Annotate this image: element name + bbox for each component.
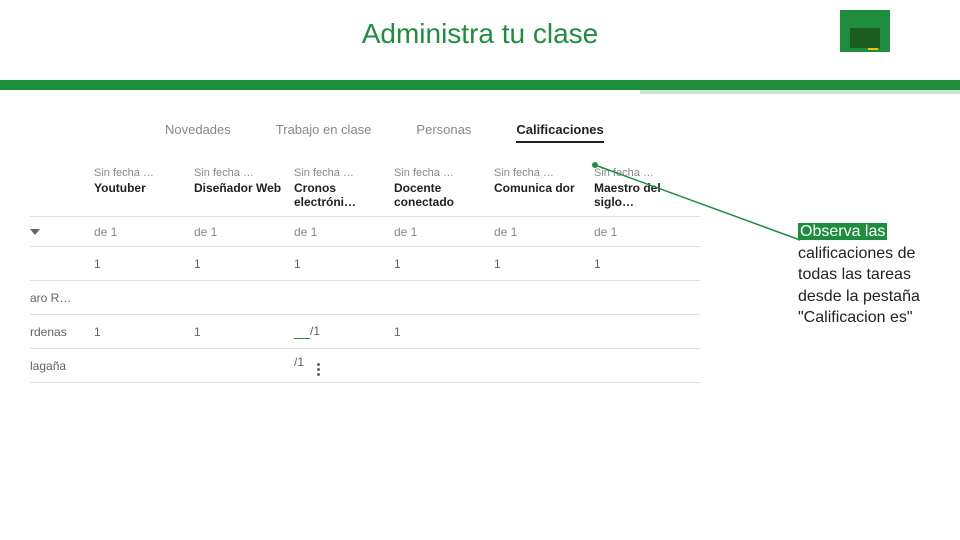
table-header-row: Sin fecha … Youtuber Sin fecha … Diseñad… [30, 161, 700, 217]
table-row: rdenas 1 1 /1 1 [30, 315, 700, 349]
table-row: aro R… [30, 281, 700, 315]
slide-header: Administra tu clase [0, 0, 960, 60]
col-header[interactable]: Sin fecha … Cronos electróni… [294, 167, 394, 210]
more-menu-icon[interactable] [317, 363, 320, 376]
sort-cell[interactable] [30, 229, 94, 235]
outof-cell: de 1 [194, 225, 294, 239]
grade-cell[interactable]: 1 [94, 257, 194, 271]
outof-cell: de 1 [394, 225, 494, 239]
grade-cell[interactable]: 1 [494, 257, 594, 271]
outof-cell: de 1 [294, 225, 394, 239]
student-name: aro R… [30, 291, 94, 305]
classroom-app-icon [840, 10, 890, 52]
tab-personas[interactable]: Personas [416, 122, 471, 143]
grade-input-underline[interactable] [294, 324, 310, 339]
student-name: lagaña [30, 359, 94, 373]
tab-calificaciones[interactable]: Calificaciones [516, 122, 603, 143]
outof-cell: de 1 [94, 225, 194, 239]
out-of-row: de 1 de 1 de 1 de 1 de 1 de 1 [30, 217, 700, 247]
grade-cell[interactable]: /1 [294, 355, 394, 376]
callout-highlight: Observa las [798, 223, 887, 240]
grade-cell[interactable]: 1 [194, 325, 294, 339]
table-row: 1 1 1 1 1 1 [30, 247, 700, 281]
grade-cell[interactable]: 1 [594, 257, 694, 271]
tab-trabajo[interactable]: Trabajo en clase [276, 122, 372, 143]
student-name: rdenas [30, 325, 94, 339]
tab-novedades[interactable]: Novedades [165, 122, 231, 143]
grade-cell[interactable]: 1 [394, 257, 494, 271]
grades-table: Sin fecha … Youtuber Sin fecha … Diseñad… [30, 161, 700, 383]
callout-box: Observa las calificaciones de todas las … [798, 221, 940, 329]
callout-text: calificaciones de todas las tareas desde… [798, 245, 920, 327]
table-row: lagaña /1 [30, 349, 700, 383]
col-header[interactable]: Sin fecha … Maestro del siglo… [594, 167, 694, 210]
grade-cell[interactable]: 1 [394, 325, 494, 339]
grade-cell[interactable]: /1 [294, 324, 394, 339]
divider-bar [0, 80, 960, 90]
grade-cell[interactable]: 1 [294, 257, 394, 271]
grade-cell[interactable]: 1 [94, 325, 194, 339]
col-header[interactable]: Sin fecha … Comunica dor [494, 167, 594, 195]
col-header[interactable]: Sin fecha … Docente conectado [394, 167, 494, 210]
col-header[interactable]: Sin fecha … Youtuber [94, 167, 194, 195]
slide-title: Administra tu clase [362, 18, 599, 50]
outof-cell: de 1 [594, 225, 694, 239]
grade-cell[interactable]: 1 [194, 257, 294, 271]
chevron-down-icon [30, 229, 40, 235]
tabs-row: Novedades Trabajo en clase Personas Cali… [165, 122, 950, 143]
outof-cell: de 1 [494, 225, 594, 239]
col-header[interactable]: Sin fecha … Diseñador Web [194, 167, 294, 195]
